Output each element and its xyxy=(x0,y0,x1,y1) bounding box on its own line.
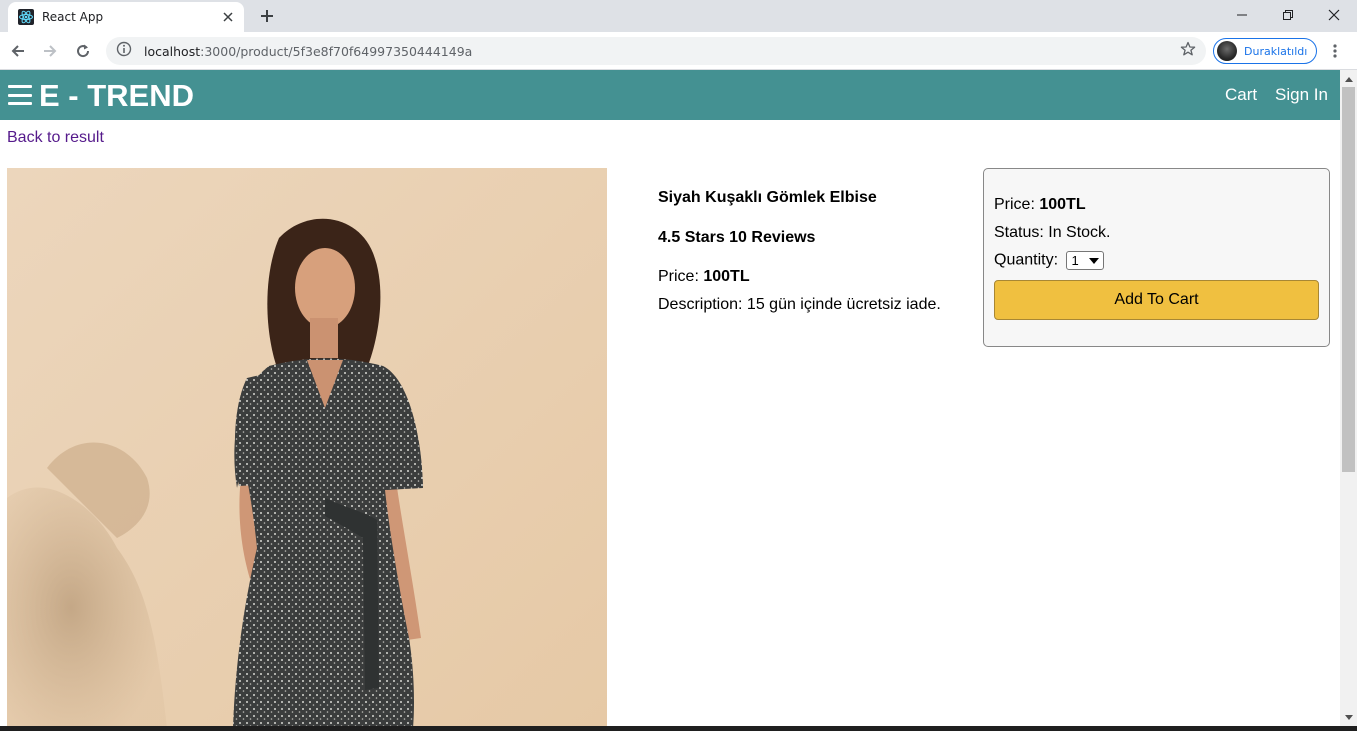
product-description: Description: 15 gün içinde ücretsiz iade… xyxy=(658,296,941,313)
chevron-down-icon xyxy=(1089,258,1100,264)
quantity-select[interactable]: 1 xyxy=(1066,251,1105,270)
purchase-card: Price: 100TL Status: In Stock. Quantity:… xyxy=(983,168,1330,347)
quantity-value: 1 xyxy=(1071,253,1079,268)
hamburger-menu-icon[interactable] xyxy=(8,83,32,107)
product-name: Siyah Kuşaklı Gömlek Elbise xyxy=(658,189,877,206)
url-path: :3000/product/5f3e8f70f64997350444149a xyxy=(200,43,473,59)
browser-tabstrip: React App xyxy=(0,0,1357,32)
quantity-row: Quantity: 1 xyxy=(994,251,1105,270)
card-price-value: 100TL xyxy=(1039,196,1086,213)
stock-status: Status: In Stock. xyxy=(994,224,1111,241)
kebab-menu-icon[interactable] xyxy=(1324,37,1346,65)
profile-label: Duraklatıldı xyxy=(1244,44,1308,58)
scrollbar-thumb[interactable] xyxy=(1342,87,1355,472)
page-scrollbar[interactable] xyxy=(1340,70,1357,726)
sign-in-link[interactable]: Sign In xyxy=(1275,85,1328,105)
tab-title: React App xyxy=(42,10,104,24)
product-details: Siyah Kuşaklı Gömlek Elbise 4.5 Stars 10… xyxy=(658,189,968,313)
product-price: Price: 100TL xyxy=(658,268,750,286)
scroll-up-arrow-icon[interactable] xyxy=(1340,70,1357,87)
taskbar-edge xyxy=(0,726,1357,731)
browser-tab[interactable]: React App xyxy=(8,2,244,32)
cart-link[interactable]: Cart xyxy=(1225,85,1257,105)
avatar xyxy=(1217,41,1237,61)
profile-chip[interactable]: Duraklatıldı xyxy=(1213,38,1317,64)
card-price-label: Price: xyxy=(994,196,1040,213)
close-window-icon[interactable] xyxy=(1311,0,1357,30)
browser-toolbar: localhost:3000/product/5f3e8f70f64997350… xyxy=(0,32,1357,70)
url-text: localhost:3000/product/5f3e8f70f64997350… xyxy=(144,44,1180,59)
minimize-icon[interactable] xyxy=(1219,0,1265,30)
quantity-label: Quantity: xyxy=(994,251,1063,269)
info-icon[interactable] xyxy=(116,41,132,62)
back-to-result-link[interactable]: Back to result xyxy=(7,129,104,147)
scroll-down-arrow-icon[interactable] xyxy=(1340,709,1357,726)
url-host: localhost xyxy=(144,43,201,59)
card-price: Price: 100TL xyxy=(994,196,1086,214)
price-label: Price: xyxy=(658,268,704,285)
brand-logo-link[interactable]: E - TREND xyxy=(39,79,194,113)
page-viewport: E - TREND Cart Sign In Back to result Si… xyxy=(0,70,1340,726)
back-arrow-icon[interactable] xyxy=(4,37,32,65)
react-favicon-icon xyxy=(18,9,34,25)
add-to-cart-button[interactable]: Add To Cart xyxy=(994,280,1319,320)
price-value: 100TL xyxy=(703,268,750,285)
product-rating: 4.5 Stars 10 Reviews xyxy=(658,229,816,246)
forward-arrow-icon[interactable] xyxy=(36,37,64,65)
site-header: E - TREND Cart Sign In xyxy=(0,70,1340,120)
reload-icon[interactable] xyxy=(69,37,97,65)
tab-close-icon[interactable] xyxy=(220,9,236,25)
address-bar[interactable]: localhost:3000/product/5f3e8f70f64997350… xyxy=(106,37,1206,65)
product-image xyxy=(7,168,607,726)
restore-icon[interactable] xyxy=(1265,0,1311,30)
bookmark-star-icon[interactable] xyxy=(1180,41,1196,62)
new-tab-plus-icon[interactable] xyxy=(253,4,281,28)
